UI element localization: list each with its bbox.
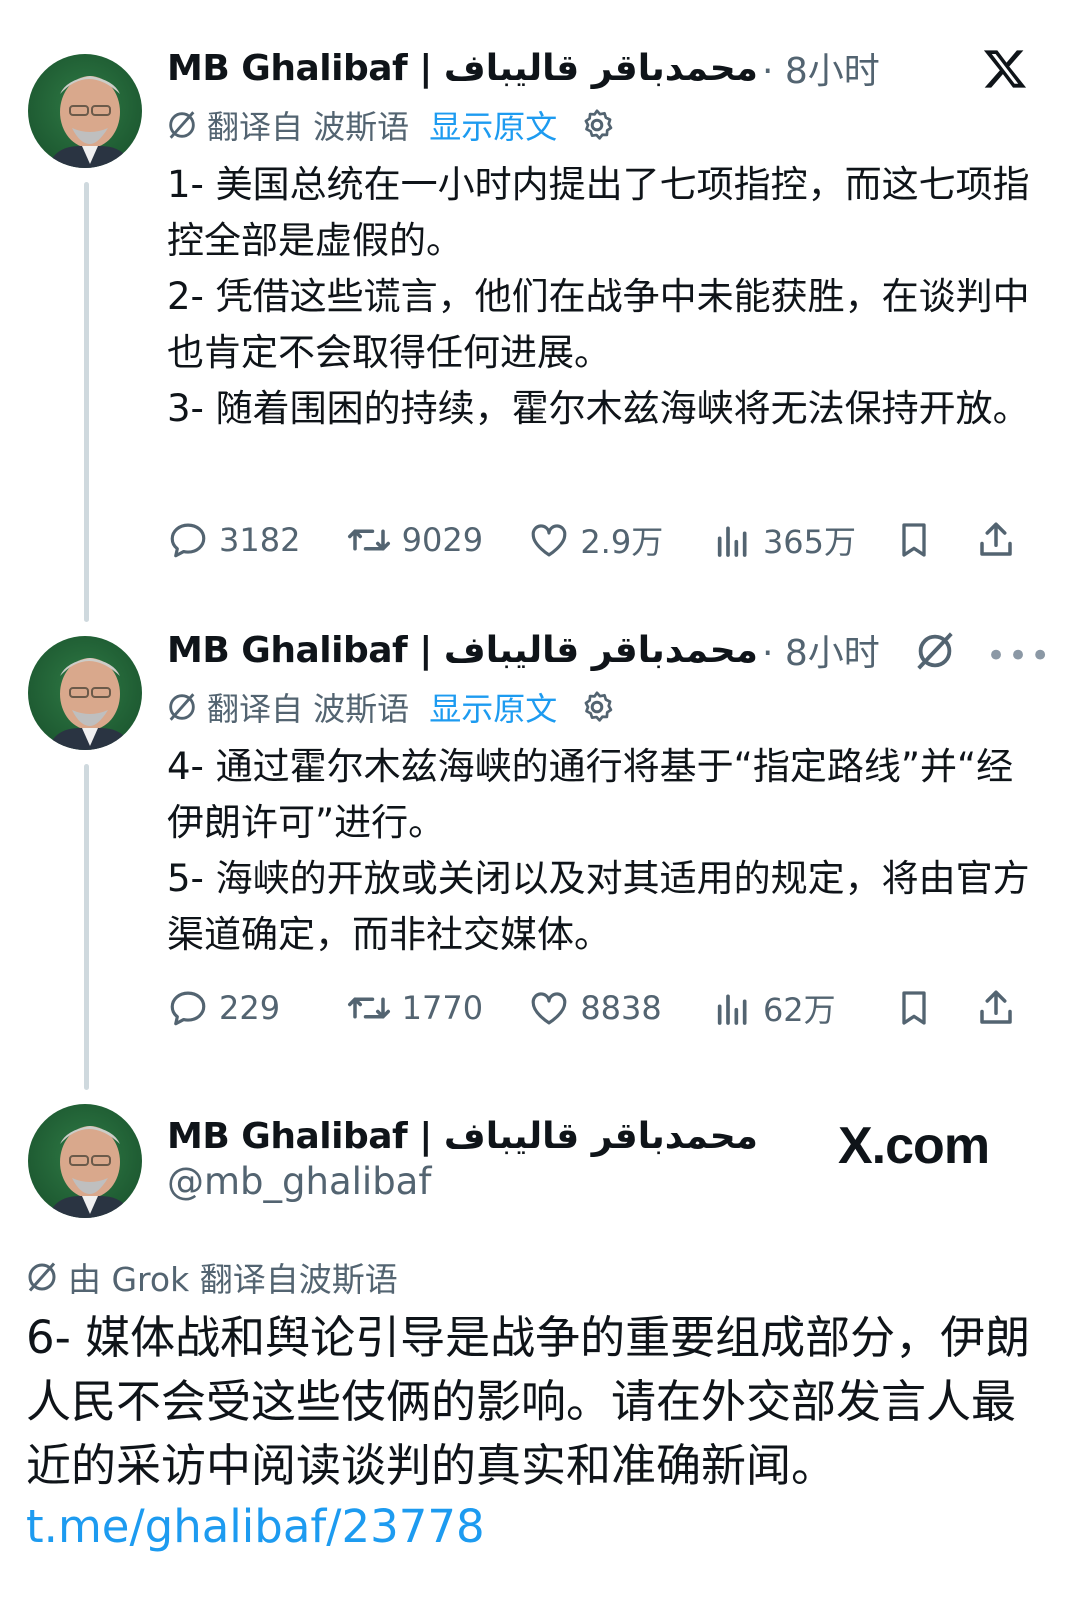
share-icon <box>975 987 1017 1029</box>
author-name[interactable]: MB Ghalibaf | محمدباقر قالیباف <box>167 1116 758 1157</box>
gear-icon[interactable] <box>579 689 615 725</box>
reply-icon <box>167 519 209 561</box>
tweet-paragraph: 1- 美国总统在一小时内提出了七项指控，而这七项指控全部是虚假的。 <box>167 163 1030 262</box>
translation-row: 翻译自 波斯语 显示原文 <box>165 684 615 730</box>
view-count: 62万 <box>762 991 836 1029</box>
like-button[interactable]: 8838 <box>528 987 713 1029</box>
more-icon[interactable]: ••• <box>986 636 1052 676</box>
thread-line-2 <box>84 764 89 1090</box>
translate-icon <box>165 690 199 724</box>
tweet-paragraph: 4- 通过霍尔木兹海峡的通行将基于“指定路线”并“经伊朗许可”进行。 <box>167 745 1014 844</box>
reply-button[interactable]: 3182 <box>167 519 346 561</box>
translate-icon <box>24 1259 60 1295</box>
translated-from-label: 翻译自 波斯语 <box>207 108 410 146</box>
tweet-header: MB Ghalibaf | محمدباقر قالیباف · 8小时 <box>167 624 880 676</box>
action-bar: 3182 9029 2.9万 365万 <box>167 512 1027 568</box>
post-link[interactable]: t.me/ghalibaf/23778 <box>26 1500 485 1553</box>
views-button[interactable]: 62万 <box>713 985 894 1031</box>
translated-from-label: 翻译自 波斯语 <box>207 690 410 728</box>
repost-icon <box>346 987 392 1029</box>
tweet-paragraph: 5- 海峡的开放或关闭以及对其适用的规定，将由官方渠道确定，而非社交媒体。 <box>167 857 1030 956</box>
tweet-paragraph: 2- 凭借这些谎言，他们在战争中未能获胜，在谈判中也肯定不会取得任何进展。 <box>167 275 1030 374</box>
post-time[interactable]: · 8小时 <box>762 624 880 676</box>
reply-count: 229 <box>219 989 281 1027</box>
heart-icon <box>528 519 570 561</box>
repost-icon <box>346 519 392 561</box>
author-name[interactable]: MB Ghalibaf | محمدباقر قالیباف <box>167 48 758 89</box>
avatar[interactable] <box>28 54 142 168</box>
gear-icon[interactable] <box>579 107 615 143</box>
repost-button[interactable]: 1770 <box>346 987 529 1029</box>
avatar[interactable] <box>28 1104 142 1218</box>
post-time[interactable]: · 8小时 <box>762 42 880 94</box>
share-button[interactable] <box>975 987 1027 1029</box>
tweet-body: 4- 通过霍尔木兹海峡的通行将基于“指定路线”并“经伊朗许可”进行。 5- 海峡… <box>167 739 1037 963</box>
view-count: 365万 <box>762 523 857 561</box>
action-bar: 229 1770 8838 62万 <box>167 980 1027 1036</box>
like-count: 8838 <box>580 989 662 1027</box>
repost-button[interactable]: 9029 <box>346 519 529 561</box>
bookmark-button[interactable] <box>894 519 975 561</box>
author-handle[interactable]: @mb_ghalibaf <box>167 1160 431 1203</box>
bookmark-button[interactable] <box>894 987 975 1029</box>
avatar[interactable] <box>28 636 142 750</box>
grok-translation-label: 由 Grok 翻译自波斯语 <box>68 1260 398 1299</box>
post-body: 6- 媒体战和舆论引导是战争的重要组成部分，伊朗人民不会受这些伎俩的影响。请在外… <box>26 1311 1031 1492</box>
translation-row: 翻译自 波斯语 显示原文 <box>165 102 615 148</box>
x-logo-icon[interactable] <box>982 46 1028 96</box>
views-button[interactable]: 365万 <box>713 517 894 563</box>
show-original-link[interactable]: 显示原文 <box>429 102 557 148</box>
post-header: MB Ghalibaf | محمدباقر قالیباف <box>167 1110 758 1162</box>
bookmark-icon <box>894 519 934 561</box>
views-icon <box>713 520 753 560</box>
reply-icon <box>167 987 209 1029</box>
share-button[interactable] <box>975 519 1027 561</box>
like-button[interactable]: 2.9万 <box>528 517 713 563</box>
heart-icon <box>528 987 570 1029</box>
show-original-link[interactable]: 显示原文 <box>429 684 557 730</box>
like-count: 2.9万 <box>580 523 664 561</box>
share-icon <box>975 519 1017 561</box>
grok-translation-row: 由 Grok 翻译自波斯语 <box>24 1254 398 1300</box>
grok-icon[interactable] <box>912 628 958 678</box>
bookmark-icon <box>894 987 934 1029</box>
reply-count: 3182 <box>219 521 301 559</box>
repost-count: 1770 <box>401 989 484 1027</box>
reply-button[interactable]: 229 <box>167 987 346 1029</box>
translate-icon <box>165 108 199 142</box>
site-logo: X.com <box>838 1117 990 1175</box>
tweet-header: MB Ghalibaf | محمدباقر قالیباف · 8小时 <box>167 42 880 94</box>
thread-line-1 <box>84 182 89 622</box>
repost-count: 9029 <box>401 521 484 559</box>
tweet-paragraph: 3- 随着围困的持续，霍尔木兹海峡将无法保持开放。 <box>167 387 1030 430</box>
tweet-body: 1- 美国总统在一小时内提出了七项指控，而这七项指控全部是虚假的。 2- 凭借这… <box>167 157 1037 437</box>
views-icon <box>713 988 753 1028</box>
author-name[interactable]: MB Ghalibaf | محمدباقر قالیباف <box>167 630 758 671</box>
